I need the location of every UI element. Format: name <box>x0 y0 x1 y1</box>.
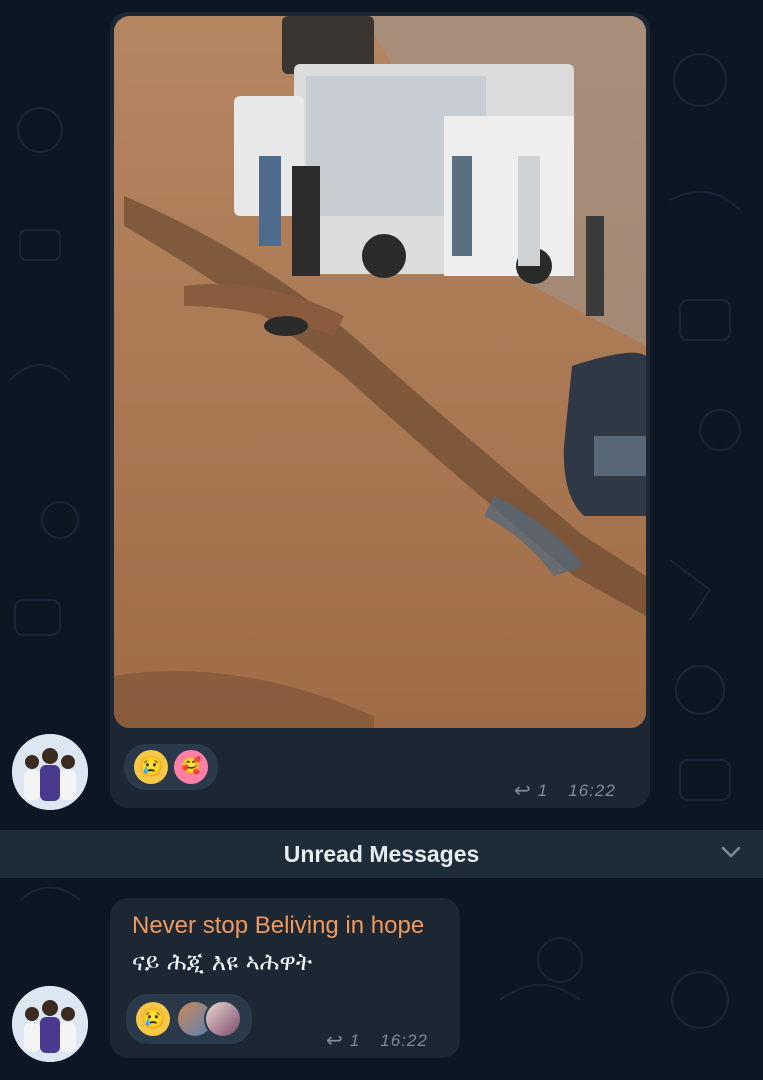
forward-count: 1 <box>537 780 549 800</box>
unread-messages-divider: Unread Messages <box>0 830 763 878</box>
message-text: ናይ ሕጂ እዩ ኣሕዋት <box>132 948 313 976</box>
photo-message-bubble[interactable]: 😢 🥰 ↩ 1 16:22 <box>110 12 650 808</box>
message-time: 16:22 <box>568 780 616 800</box>
message-time: 16:22 <box>380 1030 428 1050</box>
forward-count: 1 <box>349 1030 361 1050</box>
unread-messages-label: Unread Messages <box>283 840 480 867</box>
reaction-crying-face[interactable]: 😢 <box>136 1002 170 1036</box>
message-meta: ↩ 1 16:22 <box>326 1028 428 1053</box>
reactor-avatar <box>204 1000 242 1038</box>
reactor-avatars <box>176 1000 242 1038</box>
reaction-smiling-hearts[interactable]: 🥰 <box>174 750 208 784</box>
sender-name[interactable]: Never stop Beliving in hope <box>132 912 424 940</box>
text-message-bubble[interactable]: Never stop Beliving in hope ናይ ሕጂ እዩ ኣሕዋ… <box>110 898 460 1058</box>
reply-arrow-icon[interactable]: ↩ <box>326 1028 344 1053</box>
reaction-bar[interactable]: 😢 🥰 <box>124 744 218 790</box>
message-photo[interactable] <box>114 16 646 728</box>
reply-arrow-icon[interactable]: ↩ <box>514 778 532 803</box>
reaction-crying-face[interactable]: 😢 <box>134 750 168 784</box>
sender-avatar[interactable] <box>12 734 88 810</box>
message-meta: ↩ 1 16:22 <box>514 778 616 803</box>
chevron-down-icon[interactable] <box>721 842 741 862</box>
reaction-bar[interactable]: 😢 <box>126 994 252 1044</box>
sender-avatar[interactable] <box>12 986 88 1062</box>
